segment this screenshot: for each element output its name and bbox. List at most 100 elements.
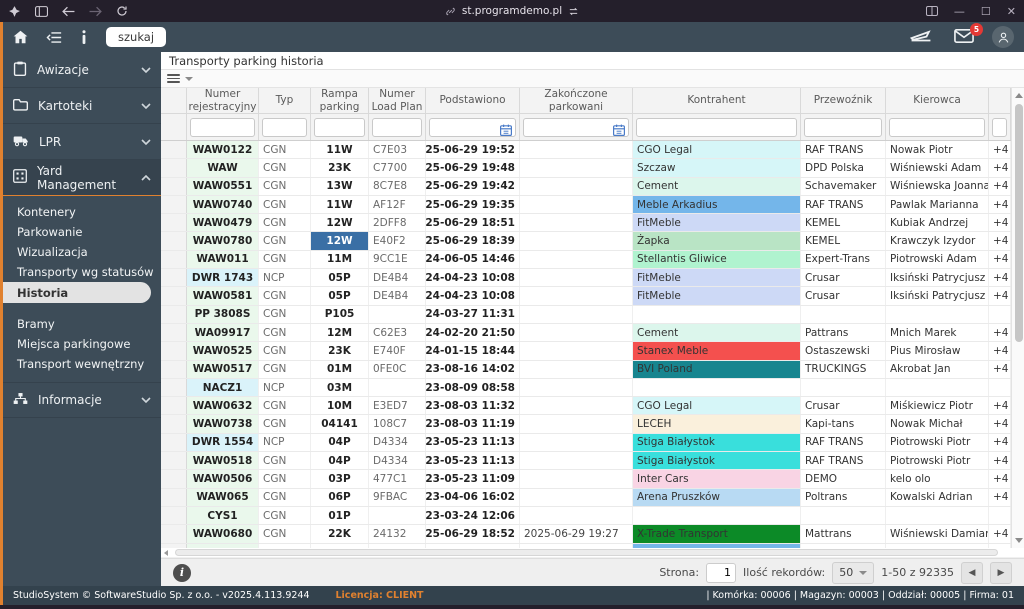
- cell-reg[interactable]: WAW0551: [187, 177, 259, 195]
- row-gutter[interactable]: [161, 287, 187, 305]
- cell-przewoznik[interactable]: RAF TRANS: [801, 141, 886, 159]
- cell-przewoznik[interactable]: Crusar: [801, 287, 886, 305]
- sidebar-item-transporty-wg-statusow[interactable]: Transporty wg statusów: [3, 262, 161, 282]
- cell-typ[interactable]: CGN: [259, 415, 311, 433]
- cell-rampa[interactable]: 05P: [311, 269, 369, 287]
- sidebar-item-awizacje[interactable]: Awizacje: [3, 52, 161, 88]
- cell-zakonczone[interactable]: [520, 470, 633, 488]
- cell-rampa[interactable]: 01P: [311, 506, 369, 525]
- row-gutter[interactable]: [161, 141, 187, 159]
- cell-przewoznik[interactable]: Schavemaker: [801, 177, 886, 195]
- cell-kierowca[interactable]: Nowak Piotr: [886, 141, 989, 159]
- cell-przewoznik[interactable]: DEMO: [801, 470, 886, 488]
- cell-przewoznik[interactable]: RAF TRANS: [801, 195, 886, 214]
- cell-podstawiono[interactable]: 2025-06-29 19:52: [426, 141, 520, 159]
- cell-kierowca[interactable]: Iksiński Patrycjusz: [886, 287, 989, 305]
- row-gutter[interactable]: [161, 397, 187, 415]
- cell-kierowca[interactable]: Iksiński Patrycjusz: [886, 269, 989, 287]
- cell-reg[interactable]: PP 3808S: [187, 305, 259, 323]
- grid-menu-icon[interactable]: [167, 74, 180, 83]
- home-icon[interactable]: [13, 30, 28, 44]
- cell-kontrahent[interactable]: Arena Pruszków: [633, 488, 801, 506]
- cell-reg[interactable]: WAW0506: [187, 470, 259, 488]
- cell-kontrahent[interactable]: Stellantis Gliwice: [633, 250, 801, 269]
- minimize-icon[interactable]: —: [954, 6, 965, 17]
- cell-typ[interactable]: CGN: [259, 360, 311, 378]
- cell-zakonczone[interactable]: [520, 250, 633, 269]
- cell-load-plan[interactable]: C7700: [369, 159, 426, 177]
- info-icon[interactable]: [80, 30, 88, 44]
- cell-reg[interactable]: WAW011: [187, 250, 259, 269]
- cell-reg[interactable]: WAW0479: [187, 214, 259, 232]
- row-gutter[interactable]: [161, 232, 187, 250]
- cell-telefon[interactable]: +4: [989, 195, 1011, 214]
- sync-icon[interactable]: [568, 6, 579, 17]
- cell-kontrahent[interactable]: Stanex Meble: [633, 342, 801, 360]
- cell-podstawiono[interactable]: 2023-08-03 11:32: [426, 397, 520, 415]
- cell-telefon[interactable]: +4: [989, 397, 1011, 415]
- cell-reg[interactable]: DWR 1554: [187, 433, 259, 452]
- cell-typ[interactable]: CGN: [259, 305, 311, 323]
- filter-typ[interactable]: [262, 117, 307, 137]
- cell-kontrahent[interactable]: Cement: [633, 323, 801, 342]
- filter-kontrahent[interactable]: [636, 117, 797, 137]
- cell-load-plan[interactable]: [369, 543, 426, 548]
- cell-rampa[interactable]: 11M: [311, 250, 369, 269]
- horizontal-scrollbar[interactable]: [161, 548, 1024, 558]
- cell-load-plan[interactable]: E40F2: [369, 232, 426, 250]
- cell-kierowca[interactable]: [886, 506, 989, 525]
- filter-numer-load-plan[interactable]: [372, 117, 422, 137]
- calendar-icon[interactable]: [500, 121, 512, 140]
- cell-przewoznik[interactable]: Poltrans: [801, 488, 886, 506]
- cell-zakonczone[interactable]: [520, 232, 633, 250]
- cell-reg[interactable]: CYS1: [187, 506, 259, 525]
- cell-kontrahent[interactable]: Żapka: [633, 232, 801, 250]
- cell-przewoznik[interactable]: Kapi-tans: [801, 415, 886, 433]
- row-gutter[interactable]: [161, 305, 187, 323]
- scroll-down-icon[interactable]: [1015, 538, 1023, 543]
- cell-podstawiono[interactable]: 2024-02-20 21:50: [426, 323, 520, 342]
- cell-typ[interactable]: CGN: [259, 287, 311, 305]
- cell-zakonczone[interactable]: [520, 452, 633, 470]
- cell-typ[interactable]: CGN: [259, 195, 311, 214]
- cell-kontrahent[interactable]: FitMeble: [633, 214, 801, 232]
- sidebar-item-yard-management[interactable]: Yard Management: [3, 160, 161, 196]
- header-numer-rejestracyjny[interactable]: Numer rejestracyjny: [187, 88, 259, 113]
- cell-podstawiono[interactable]: 2024-04-23 10:08: [426, 269, 520, 287]
- cell-telefon[interactable]: +4: [989, 488, 1011, 506]
- reload-icon[interactable]: [116, 5, 128, 17]
- split-view-icon[interactable]: [925, 6, 938, 16]
- sidebar-item-bramy[interactable]: Bramy: [3, 314, 161, 334]
- cell-typ[interactable]: CGN: [259, 232, 311, 250]
- cell-rampa[interactable]: [311, 543, 369, 548]
- cell-typ[interactable]: CGN: [259, 214, 311, 232]
- cell-typ[interactable]: [259, 543, 311, 548]
- cell-kontrahent[interactable]: FitMeble: [633, 269, 801, 287]
- cell-zakonczone[interactable]: [520, 269, 633, 287]
- cell-typ[interactable]: CGN: [259, 159, 311, 177]
- prev-page-button[interactable]: ◀: [961, 561, 983, 584]
- cell-rampa[interactable]: 06P: [311, 488, 369, 506]
- sidebar-item-informacje[interactable]: Informacje: [3, 382, 161, 418]
- next-page-button[interactable]: ▶: [990, 561, 1012, 584]
- cell-reg[interactable]: WAW0518: [187, 452, 259, 470]
- cell-load-plan[interactable]: 9FBAC: [369, 488, 426, 506]
- cell-kierowca[interactable]: Nowak Michał: [886, 415, 989, 433]
- page-input[interactable]: [706, 562, 737, 583]
- cell-podstawiono[interactable]: 2024-01-15 18:44: [426, 342, 520, 360]
- cell-podstawiono[interactable]: 2023-05-23 11:09: [426, 470, 520, 488]
- horizontal-scroll-thumb[interactable]: [175, 549, 998, 556]
- cell-rampa[interactable]: 23K: [311, 159, 369, 177]
- cell-rampa[interactable]: 04141: [311, 415, 369, 433]
- cell-typ[interactable]: CGN: [259, 452, 311, 470]
- cell-przewoznik[interactable]: RAF TRANS: [801, 433, 886, 452]
- cell-zakonczone[interactable]: [520, 378, 633, 397]
- cell-przewoznik[interactable]: RAF TRANS: [801, 452, 886, 470]
- cell-kontrahent[interactable]: BVI Poland: [633, 360, 801, 378]
- sidebar-item-miejsca-parkingowe[interactable]: Miejsca parkingowe: [3, 334, 161, 354]
- sidebar-item-kontenery[interactable]: Kontenery: [3, 202, 161, 222]
- row-gutter[interactable]: [161, 342, 187, 360]
- cell-load-plan[interactable]: [369, 378, 426, 397]
- cell-podstawiono[interactable]: 2025-06-29 18:52: [426, 525, 520, 543]
- filter-kierowca[interactable]: [889, 117, 985, 137]
